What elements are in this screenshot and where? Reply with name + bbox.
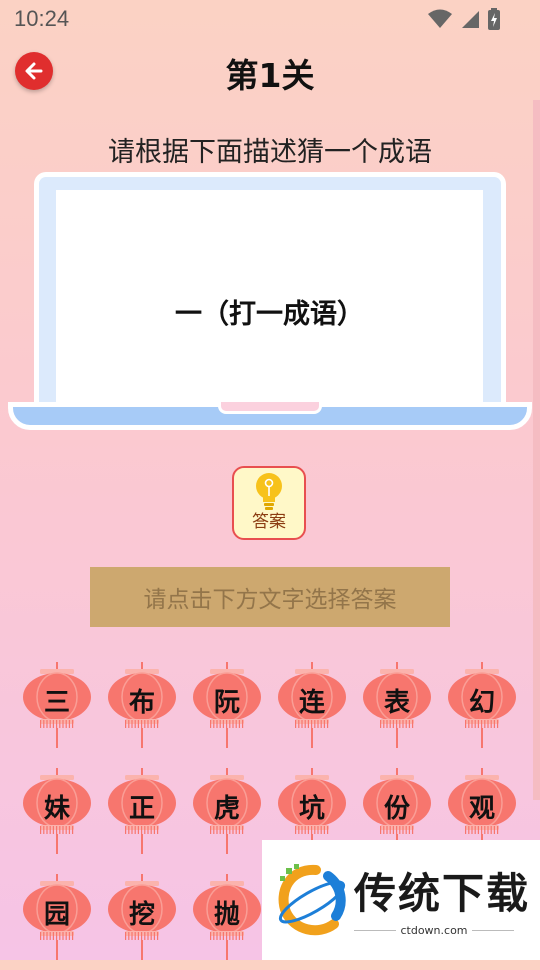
- watermark-overlay: 传统下载 ctdown.com: [262, 840, 540, 960]
- character-lantern[interactable]: 正: [107, 768, 177, 860]
- answer-slot[interactable]: 请点击下方文字选择答案: [90, 567, 450, 627]
- hint-label: 答案: [252, 512, 286, 532]
- character-lantern[interactable]: 抛: [192, 874, 262, 966]
- watermark-logo-icon: [278, 864, 346, 936]
- lantern-character: 坑: [298, 794, 325, 824]
- lantern-character: 园: [43, 900, 70, 930]
- character-lantern[interactable]: 布: [107, 662, 177, 754]
- lantern-character: 挖: [128, 900, 155, 930]
- lantern-character: 正: [128, 794, 155, 824]
- character-lantern[interactable]: 连: [277, 662, 347, 754]
- signal-icon: [462, 11, 479, 28]
- lantern-character: 阮: [213, 688, 240, 718]
- character-lantern[interactable]: 园: [22, 874, 92, 966]
- character-lantern[interactable]: 挖: [107, 874, 177, 966]
- laptop-illustration: 一（打一成语）: [6, 172, 534, 434]
- battery-icon: [488, 8, 500, 30]
- lantern-character: 观: [468, 794, 495, 824]
- character-lantern[interactable]: 三: [22, 662, 92, 754]
- instruction-text: 请根据下面描述猜一个成语: [108, 137, 432, 168]
- wifi-icon: [428, 9, 452, 28]
- lantern-character: 抛: [213, 900, 240, 930]
- lantern-character: 表: [383, 688, 410, 718]
- side-strip: [533, 100, 540, 800]
- lantern-character: 妹: [43, 794, 70, 824]
- riddle-screen: 一（打一成语）: [56, 190, 483, 402]
- page-title: 第1关: [225, 56, 315, 95]
- character-lantern[interactable]: 表: [362, 662, 432, 754]
- lantern-character: 份: [383, 794, 410, 824]
- watermark-url: ctdown.com: [354, 924, 514, 937]
- lantern-character: 三: [43, 688, 70, 718]
- lantern-character: 连: [298, 688, 325, 718]
- laptop-notch: [218, 402, 322, 414]
- status-time: 10:24: [14, 6, 70, 31]
- character-lantern[interactable]: 妹: [22, 768, 92, 860]
- status-bar: 10:24: [0, 0, 540, 40]
- answer-hint-button[interactable]: 答案: [232, 466, 306, 540]
- character-lantern[interactable]: 幻: [447, 662, 517, 754]
- lantern-character: 虎: [213, 794, 240, 824]
- lantern-character: 幻: [468, 688, 495, 718]
- riddle-text: 一（打一成语）: [175, 299, 364, 330]
- status-icons: [428, 8, 500, 30]
- lightbulb-icon: [256, 473, 282, 510]
- top-bar: 第1关: [0, 44, 540, 100]
- lantern-character: 布: [128, 688, 155, 718]
- character-lantern[interactable]: 阮: [192, 662, 262, 754]
- character-lantern[interactable]: 虎: [192, 768, 262, 860]
- watermark-name: 传统下载: [354, 869, 531, 918]
